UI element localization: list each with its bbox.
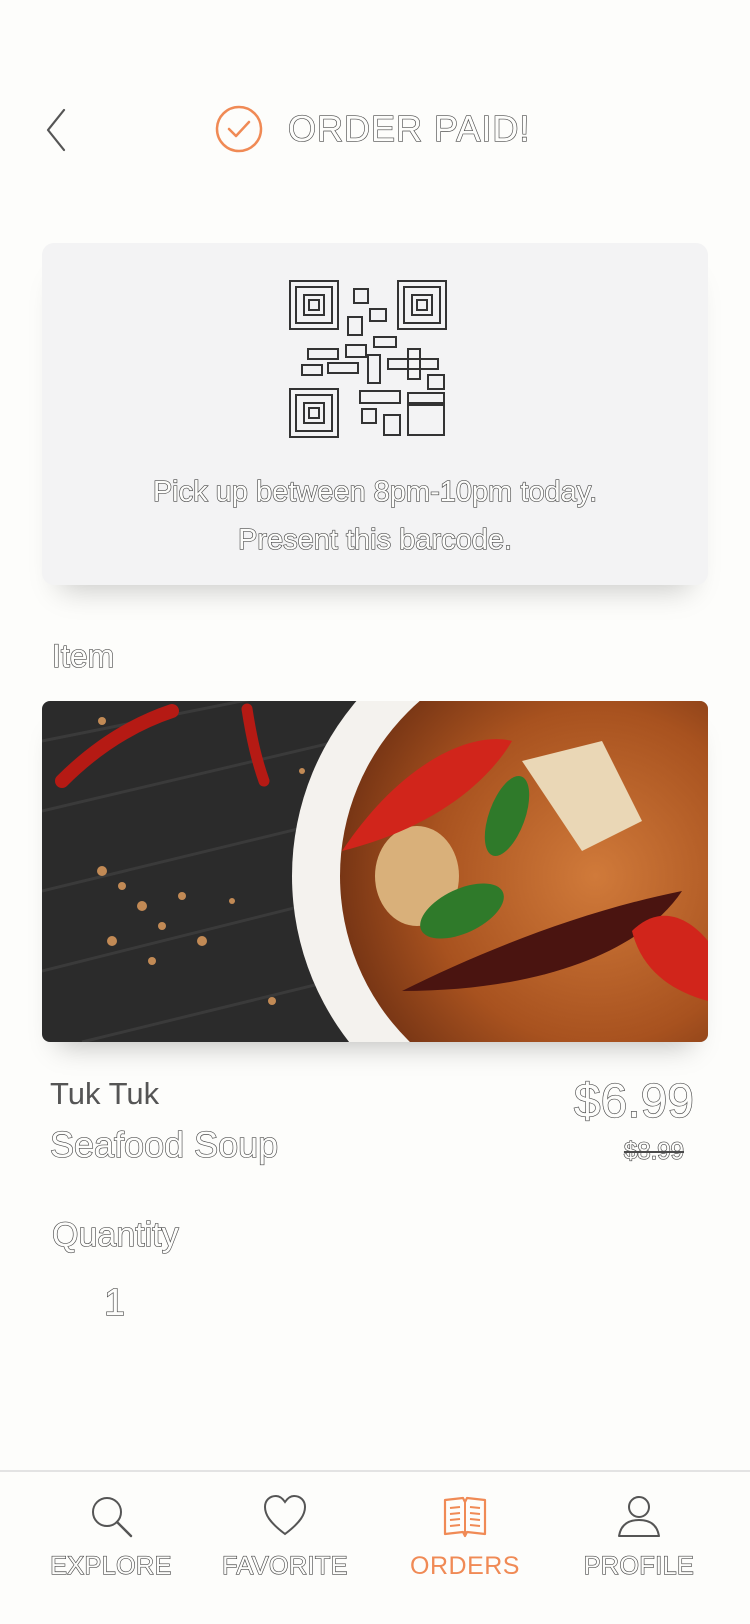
tab-profile-label: PROFILE [583,1551,695,1580]
tab-profile[interactable]: PROFILE [554,1492,724,1612]
barcode-instruction-text: Present this barcode. [237,523,513,556]
food-image [42,701,708,1042]
original-price: $8.99 [623,1137,684,1165]
heart-icon [263,1494,307,1536]
tab-explore-label: EXPLORE [50,1551,172,1580]
bottom-tab-bar: EXPLORE FAVORITE ORDERS PROFILE [0,1470,750,1624]
qr-code-icon [289,280,447,438]
header: ORDER PAID! [0,90,750,170]
tab-explore[interactable]: EXPLORE [26,1492,196,1612]
tab-favorite[interactable]: FAVORITE [200,1492,370,1612]
tab-orders-label: ORDERS [410,1552,520,1580]
pickup-instructions: Pick up between 8pm-10pm today. Present … [42,468,708,564]
pickup-time-text: Pick up between 8pm-10pm today. [152,475,598,508]
page-title: ORDER PAID! [287,107,531,149]
tab-orders[interactable]: ORDERS [380,1492,550,1612]
seafood-soup-photo [42,701,708,1042]
pickup-card: Pick up between 8pm-10pm today. Present … [42,243,708,585]
quantity-value: 1 [103,1281,126,1324]
item-section-label: Item [51,637,115,674]
item-price: $6.99 [573,1074,694,1128]
search-icon [92,1497,133,1538]
quantity-label: Quantity [51,1215,179,1254]
restaurant-name: Tuk Tuk [50,1076,160,1111]
back-chevron-icon[interactable] [40,104,80,154]
item-name: Seafood Soup [49,1123,279,1165]
check-circle-icon [215,105,263,153]
user-icon [618,1496,660,1537]
tab-favorite-label: FAVORITE [221,1551,348,1580]
book-icon [443,1496,487,1538]
